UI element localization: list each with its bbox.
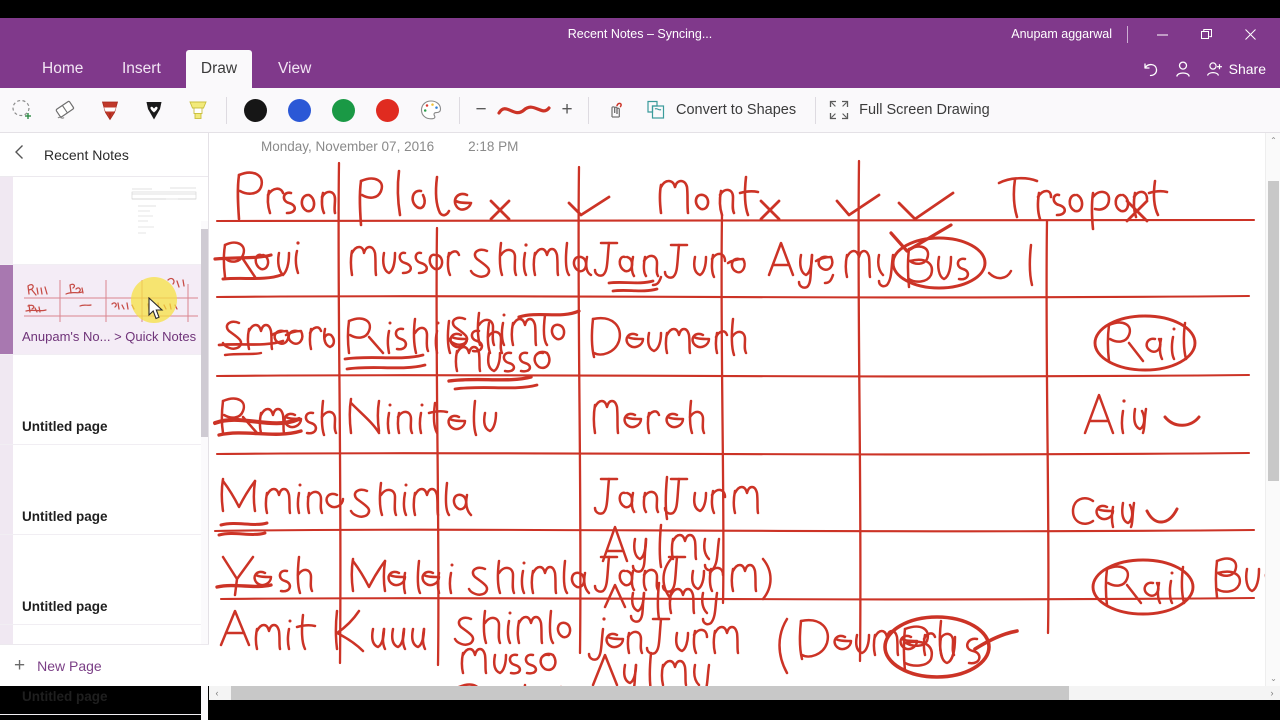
tab-draw[interactable]: Draw: [186, 50, 252, 88]
convert-to-shapes-label: Convert to Shapes: [676, 102, 797, 118]
red-pen-icon: [101, 101, 119, 121]
sidebar-header: Recent Notes: [0, 133, 208, 177]
plus-icon: +: [14, 655, 26, 676]
full-screen-drawing-label: Full Screen Drawing: [859, 102, 990, 118]
share-person-icon: [1206, 62, 1222, 76]
thickness-group: − +: [466, 88, 582, 133]
account-name: Anupam aggarwal: [1011, 27, 1112, 41]
sidebar-title: Recent Notes: [44, 146, 129, 163]
fullscreen-icon: [829, 100, 849, 120]
color-green-button[interactable]: [321, 88, 365, 133]
note-canvas[interactable]: Monday, November 07, 2016 2:18 PM ⌃ ⌄: [209, 133, 1280, 686]
share-label: Share: [1228, 61, 1266, 77]
black-pen-button[interactable]: [132, 88, 176, 133]
sidebar-scrollbar-thumb[interactable]: [201, 229, 208, 437]
close-icon: [1244, 29, 1256, 40]
thickness-decrease-button[interactable]: −: [466, 99, 496, 121]
page-list: Anupam's No... > Quick Notes Untitled pa…: [0, 177, 208, 720]
minimize-button[interactable]: [1140, 18, 1184, 50]
restore-icon: [1200, 29, 1212, 40]
sidebar-item-untitled-3[interactable]: Untitled page: [0, 535, 208, 625]
eraser-button[interactable]: [44, 88, 88, 133]
new-page-label: New Page: [37, 657, 102, 674]
minimize-icon: [1156, 34, 1168, 36]
sidebar-item-quick-notes[interactable]: Anupam's No... > Quick Notes: [0, 265, 208, 355]
canvas-vertical-scrollbar[interactable]: ⌃ ⌄: [1265, 133, 1280, 686]
scroll-left-arrow-icon[interactable]: ‹: [209, 686, 225, 700]
maximize-button[interactable]: [1184, 18, 1228, 50]
canvas-vscroll-thumb[interactable]: [1268, 181, 1279, 481]
pen-tools-group: [0, 88, 220, 133]
color-black-button[interactable]: [233, 88, 277, 133]
scroll-right-arrow-icon[interactable]: ›: [1264, 686, 1280, 700]
ink-to-text-button[interactable]: [595, 88, 639, 133]
color-red-button[interactable]: [365, 88, 409, 133]
full-screen-drawing-button[interactable]: Full Screen Drawing: [822, 88, 1003, 133]
handwritten-ink-table: [213, 159, 1280, 686]
color-black-swatch: [243, 98, 267, 122]
sidebar-item-label: Anupam's No... > Quick Notes: [22, 329, 197, 344]
tab-insert[interactable]: Insert: [108, 50, 174, 88]
sidebar-item-label: Untitled page: [22, 599, 108, 614]
sidebar-item-label: Untitled page: [22, 689, 108, 704]
tab-home[interactable]: Home: [28, 50, 90, 88]
convert-to-shapes-icon: [647, 100, 665, 119]
thickness-preview: [496, 88, 552, 133]
color-blue-button[interactable]: [277, 88, 321, 133]
person-icon: [1175, 61, 1190, 77]
list-item[interactable]: [0, 177, 208, 265]
sidebar-item-label: Untitled page: [22, 419, 108, 434]
highlighter-button[interactable]: [176, 88, 220, 133]
sidebar-item-label: Untitled page: [22, 509, 108, 524]
lasso-select-button[interactable]: [0, 88, 44, 133]
stroke-preview-icon: [497, 105, 551, 115]
close-button[interactable]: [1228, 18, 1272, 50]
convert-to-shapes-button[interactable]: Convert to Shapes: [639, 88, 809, 133]
tab-view[interactable]: View: [264, 50, 324, 88]
palette-icon: [420, 100, 442, 120]
sidebar-item-untitled-1[interactable]: Untitled page: [0, 355, 208, 445]
account-button[interactable]: [1174, 60, 1192, 78]
title-separator: [1127, 26, 1128, 43]
full-screen-drawing-group: Full Screen Drawing: [822, 88, 1003, 133]
black-pen-icon: [146, 102, 162, 120]
color-red-swatch: [375, 98, 399, 122]
scroll-down-arrow-icon[interactable]: ⌄: [1266, 671, 1280, 686]
convert-to-shapes-group: Convert to Shapes: [639, 88, 809, 133]
ribbon-right-actions: Share: [1141, 50, 1276, 88]
canvas-horizontal-scrollbar[interactable]: ‹ ›: [209, 686, 1280, 700]
toolbar-divider-4: [815, 96, 817, 124]
more-colors-button[interactable]: [409, 88, 453, 133]
back-button[interactable]: [14, 144, 28, 165]
lasso-select-icon: [12, 99, 31, 119]
ink-to-text-group: [595, 88, 639, 133]
undo-button[interactable]: [1141, 61, 1160, 78]
draw-toolbar: − + Convert to Shapes Full Screen Drawin…: [0, 88, 1280, 133]
toolbar-divider-1: [226, 96, 227, 124]
ink-to-text-icon: [611, 102, 622, 118]
color-green-swatch: [331, 98, 355, 122]
toolbar-divider-3: [588, 96, 589, 124]
chevron-left-icon: [15, 145, 23, 159]
scroll-up-arrow-icon[interactable]: ⌃: [1266, 133, 1280, 148]
ribbon-tab-bar: Home Insert Draw View Share: [0, 50, 1280, 88]
title-bar: Recent Notes – Syncing... Anupam aggarwa…: [0, 18, 1280, 50]
thickness-increase-button[interactable]: +: [552, 99, 582, 121]
color-swatches-group: [233, 88, 453, 133]
highlighter-icon: [189, 101, 207, 119]
sidebar-item-untitled-2[interactable]: Untitled page: [0, 445, 208, 535]
recent-notes-sidebar: Recent Notes Anupam's No... > Quick Note…: [0, 133, 209, 720]
color-blue-swatch: [287, 98, 311, 122]
page-thumbnail: [126, 183, 202, 239]
red-pen-button[interactable]: [88, 88, 132, 133]
canvas-hscroll-thumb[interactable]: [231, 686, 1069, 700]
toolbar-divider-2: [459, 96, 460, 124]
undo-icon: [1143, 62, 1157, 76]
eraser-icon: [55, 100, 75, 119]
share-button[interactable]: Share: [1206, 61, 1266, 77]
mouse-cursor-icon: [148, 297, 164, 320]
onenote-window: Recent Notes – Syncing... Anupam aggarwa…: [0, 0, 1280, 720]
new-page-button[interactable]: + New Page: [0, 644, 209, 686]
